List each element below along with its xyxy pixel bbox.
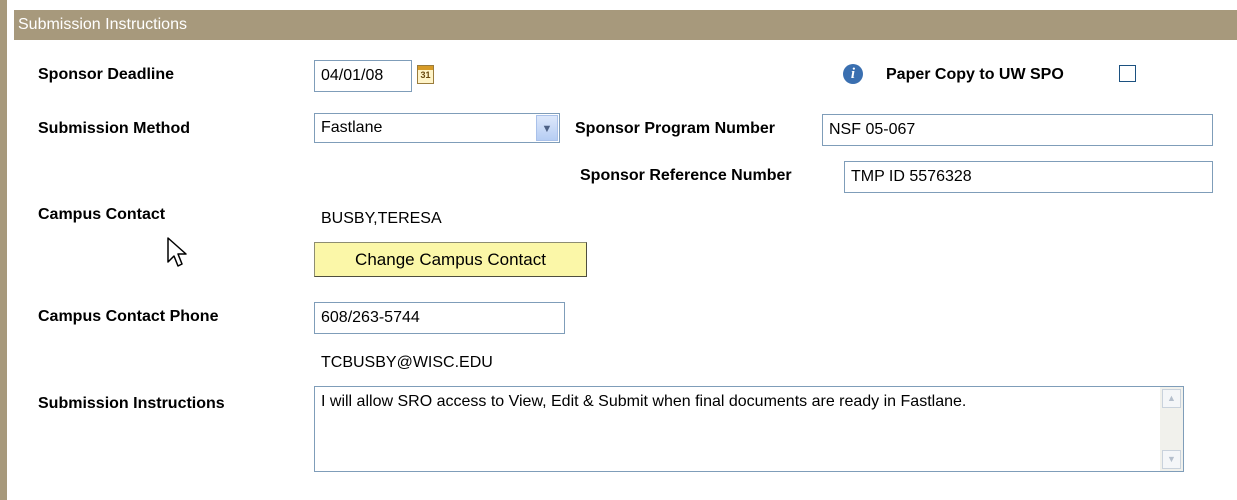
paper-copy-checkbox[interactable] (1119, 65, 1136, 82)
campus-contact-value: BUSBY,TERESA (321, 210, 442, 227)
sponsor-reference-number-label: Sponsor Reference Number (580, 167, 792, 184)
submission-method-label: Submission Method (38, 120, 190, 137)
scroll-up-icon[interactable]: ▲ (1162, 389, 1181, 408)
submission-instructions-panel: Submission Instructions Sponsor Deadline… (0, 0, 1237, 500)
change-campus-contact-button[interactable]: Change Campus Contact (314, 242, 587, 277)
campus-contact-phone-label: Campus Contact Phone (38, 308, 219, 325)
submission-method-value: Fastlane (321, 119, 383, 136)
info-icon[interactable]: i (843, 64, 863, 84)
submission-instructions-text: I will allow SRO access to View, Edit & … (321, 393, 967, 410)
paper-copy-label: Paper Copy to UW SPO (886, 66, 1064, 83)
sponsor-deadline-input[interactable]: 04/01/08 (314, 60, 412, 92)
mouse-pointer-icon (167, 237, 187, 267)
submission-instructions-textarea[interactable]: I will allow SRO access to View, Edit & … (314, 386, 1184, 472)
campus-contact-label: Campus Contact (38, 206, 166, 223)
textarea-scrollbar[interactable]: ▲ ▼ (1160, 387, 1183, 471)
sponsor-reference-number-input[interactable]: TMP ID 5576328 (844, 161, 1213, 193)
sponsor-deadline-label: Sponsor Deadline (38, 66, 175, 83)
campus-contact-email: TCBUSBY@WISC.EDU (321, 354, 493, 371)
submission-method-select[interactable]: Fastlane ▼ (314, 113, 560, 143)
submission-instructions-label: Submission Instructions (38, 395, 225, 412)
calendar-icon[interactable]: 31 (417, 65, 434, 84)
campus-contact-phone-input[interactable]: 608/263-5744 (314, 302, 565, 334)
sponsor-program-number-input[interactable]: NSF 05-067 (822, 114, 1213, 146)
chevron-down-icon[interactable]: ▼ (536, 115, 558, 141)
scroll-down-icon[interactable]: ▼ (1162, 450, 1181, 469)
sponsor-program-number-label: Sponsor Program Number (575, 120, 776, 137)
section-header: Submission Instructions (14, 10, 1237, 40)
